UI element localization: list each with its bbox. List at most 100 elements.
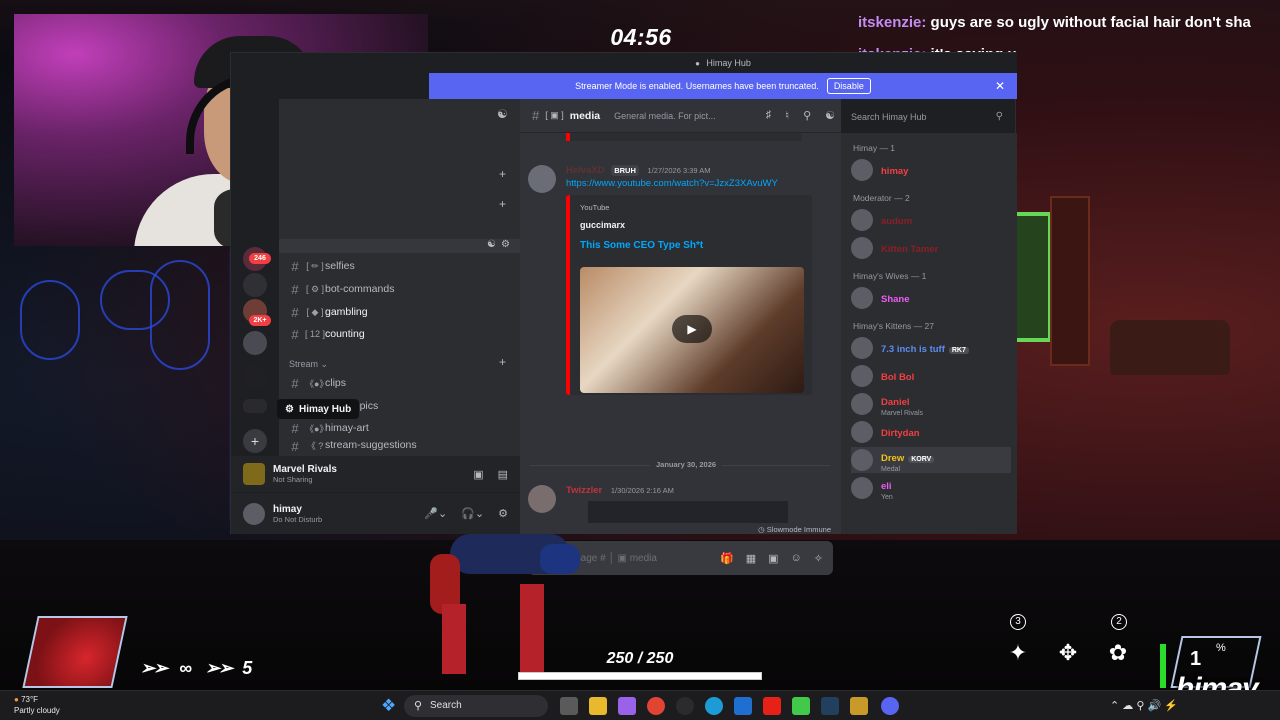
member-list-icon[interactable]: ☯ bbox=[825, 109, 835, 122]
avatar[interactable] bbox=[528, 165, 556, 193]
channel-emoji: [ ▣ ] bbox=[545, 110, 564, 120]
hashtag-icon: # bbox=[291, 420, 299, 436]
add-channel-icon[interactable]: + bbox=[499, 197, 506, 211]
gear-icon[interactable]: ⚙ bbox=[501, 239, 510, 250]
ability-icon: ✥ bbox=[1058, 640, 1078, 665]
windows-start-icon[interactable]: ❖ bbox=[381, 697, 396, 715]
avatar[interactable] bbox=[528, 485, 556, 513]
member-row[interactable]: audum bbox=[851, 207, 1011, 233]
member-name: eli bbox=[881, 480, 892, 492]
discord-window: ● Himay Hub Streamer Mode is enabled. Us… bbox=[230, 52, 1017, 575]
avatar[interactable] bbox=[243, 502, 265, 525]
message-link[interactable]: https://www.youtube.com/watch?v=JzxZ3XAv… bbox=[566, 178, 778, 189]
steam-icon[interactable] bbox=[821, 697, 839, 715]
microphone-icon[interactable]: 🎤⌄ bbox=[424, 507, 447, 520]
screen-share-icon[interactable]: ▤ bbox=[498, 468, 508, 481]
date-divider: January 30, 2026 bbox=[530, 460, 830, 469]
notification-muted-icon[interactable]: ♮ bbox=[785, 109, 789, 122]
taskbar-search[interactable]: ⚲ Search bbox=[404, 695, 548, 717]
member-row[interactable]: Kitten Tamer bbox=[851, 235, 1011, 261]
gift-icon[interactable]: 🎁 bbox=[720, 552, 734, 565]
slowmode-indicator: ◷ Slowmode Immune bbox=[758, 525, 831, 534]
ability-key: 3 bbox=[1010, 614, 1026, 630]
channel-gambling[interactable]: # [ ◆ ] gambling bbox=[285, 301, 513, 323]
channel-emoji: 《●》 bbox=[305, 378, 329, 389]
video-thumbnail[interactable]: ▶ bbox=[580, 267, 804, 393]
pin-icon[interactable]: ⚲ bbox=[803, 109, 811, 122]
controller-icon[interactable]: ▣ bbox=[473, 468, 483, 481]
hashtag-icon: # bbox=[532, 108, 540, 123]
invite-icon[interactable]: ☯ bbox=[487, 239, 496, 250]
message-author[interactable]: HelvaXD BRUH 1/27/2026 3:39 AM bbox=[566, 165, 710, 176]
sticker-icon[interactable]: ▣ bbox=[768, 552, 778, 565]
member-row[interactable]: Drew KORV Medal bbox=[851, 447, 1011, 473]
channel-title: media bbox=[569, 109, 601, 122]
message-author[interactable]: Twizzler 1/30/2026 2:16 AM bbox=[566, 485, 674, 496]
member-row[interactable]: Dirtydan bbox=[851, 419, 1011, 445]
play-icon[interactable]: ▶ bbox=[672, 315, 712, 343]
channel-counting[interactable]: # [ 12 ] counting bbox=[285, 323, 513, 345]
member-row[interactable]: 7.3 inch is tuff RK7 bbox=[851, 335, 1011, 361]
avatar bbox=[851, 449, 873, 471]
apps-icon[interactable]: ✧ bbox=[814, 552, 823, 565]
discord-icon[interactable] bbox=[881, 697, 899, 715]
hashtag-icon: # bbox=[291, 439, 299, 453]
search-input[interactable]: Search Himay Hub ⚲ bbox=[845, 107, 1009, 127]
gif-icon[interactable]: ▦ bbox=[746, 552, 756, 565]
store-icon[interactable] bbox=[734, 697, 752, 715]
member-row[interactable]: eli Yen bbox=[851, 475, 1011, 501]
embed-title[interactable]: This Some CEO Type Sh*t bbox=[580, 240, 802, 251]
member-tag: RK7 bbox=[948, 347, 969, 354]
system-tray[interactable]: ⌃ ☁ ⚲ 🔊 ⚡ bbox=[1110, 699, 1178, 712]
member-name: Bol Bol bbox=[881, 372, 915, 383]
game-icon[interactable] bbox=[850, 697, 868, 715]
youtube-icon[interactable] bbox=[763, 697, 781, 715]
server-icon[interactable] bbox=[243, 273, 267, 297]
channel-himay-art[interactable]: # 《●》 himay-art bbox=[285, 417, 513, 439]
add-friend-icon[interactable]: ☯ bbox=[497, 107, 508, 121]
server-icon[interactable] bbox=[243, 399, 267, 413]
chat-pane: # [ ▣ ] media General media. For pict...… bbox=[520, 99, 841, 575]
embed-author[interactable]: guccimarx bbox=[580, 220, 802, 230]
member-name: audum bbox=[881, 216, 913, 227]
member-row[interactable]: Bol Bol bbox=[851, 363, 1011, 389]
threads-icon[interactable]: ♯ bbox=[766, 109, 772, 122]
member-row[interactable]: himay bbox=[851, 157, 1011, 183]
avatar bbox=[851, 159, 873, 181]
server-icon[interactable] bbox=[243, 365, 267, 389]
channel-bot-commands[interactable]: # [ ⚙ ] bot-commands bbox=[285, 278, 513, 300]
weather-widget[interactable]: ● 73°F Partly cloudy bbox=[14, 694, 60, 716]
image-attachment[interactable] bbox=[588, 501, 788, 523]
channel-name: selfies bbox=[325, 260, 355, 272]
channel-clips[interactable]: # 《●》 clips bbox=[285, 372, 513, 394]
add-server-icon[interactable]: + bbox=[243, 429, 267, 453]
app-icon[interactable] bbox=[792, 697, 810, 715]
add-channel-icon[interactable]: + bbox=[499, 355, 506, 369]
member-name: Shane bbox=[881, 294, 910, 305]
close-icon[interactable]: ✕ bbox=[995, 79, 1005, 93]
gear-icon[interactable]: ⚙ bbox=[498, 507, 508, 520]
edge-icon[interactable] bbox=[705, 697, 723, 715]
channel-stream-suggestions[interactable]: # 《 ? 》 stream-suggestions bbox=[285, 439, 513, 453]
add-channel-icon[interactable]: + bbox=[499, 167, 506, 181]
category-stream[interactable]: Stream ⌄ bbox=[289, 359, 328, 370]
health-fill bbox=[519, 673, 761, 679]
app-icon[interactable] bbox=[618, 697, 636, 715]
member-row[interactable]: Shane bbox=[851, 285, 1011, 311]
emoji-icon[interactable]: ☺ bbox=[791, 552, 802, 565]
channel-name: bot-commands bbox=[325, 283, 395, 295]
channel-selfies[interactable]: # [ ✏ ] selfies bbox=[285, 255, 513, 277]
member-row[interactable]: Daniel Marvel Rivals bbox=[851, 391, 1011, 417]
headphones-icon[interactable]: 🎧⌄ bbox=[461, 507, 484, 520]
message-timestamp: 1/27/2026 3:39 AM bbox=[647, 166, 711, 175]
task-view-icon[interactable] bbox=[560, 697, 578, 715]
file-explorer-icon[interactable] bbox=[589, 697, 607, 715]
channel-topic[interactable]: General media. For pict... bbox=[614, 111, 724, 121]
server-tooltip: ⚙ Himay Hub bbox=[277, 399, 360, 419]
disable-streamer-mode-button[interactable]: Disable bbox=[826, 78, 871, 94]
github-icon[interactable] bbox=[676, 697, 694, 715]
selected-row bbox=[279, 239, 520, 253]
message-timestamp: 1/30/2026 2:16 AM bbox=[610, 486, 674, 495]
server-icon[interactable] bbox=[243, 331, 267, 355]
chrome-icon[interactable] bbox=[647, 697, 665, 715]
